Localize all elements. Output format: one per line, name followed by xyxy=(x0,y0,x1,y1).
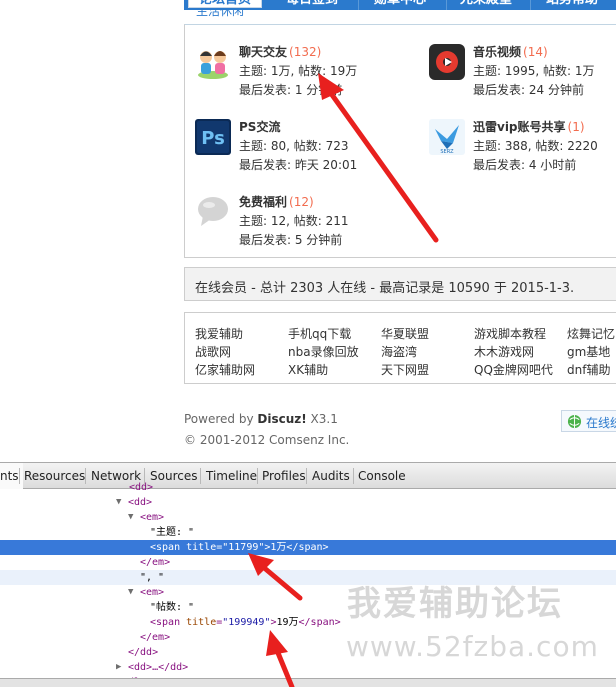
forum-board-list: 聊天交友 (132) 主题: 1万, 帖数: 19万 最后发表: 1 分钟前 音乐… xyxy=(184,24,616,258)
online-globe-icon xyxy=(567,414,582,429)
svg-text:Ps: Ps xyxy=(201,128,225,149)
top-nav: 论坛首页 每日签到 勋章中心 光荣殿堂 站务帮助 xyxy=(184,0,616,10)
nav-tab-help[interactable]: 站务帮助 xyxy=(546,0,598,8)
forum-name[interactable]: PS交流 xyxy=(239,118,282,135)
collapse-triangle-icon[interactable]: ▶ xyxy=(116,660,121,675)
friend-link[interactable]: 亿家辅助网 xyxy=(195,361,255,378)
friend-link[interactable]: nba录像回放 xyxy=(288,343,359,360)
nav-separator xyxy=(530,0,531,10)
dom-node-line[interactable]: ▼ <dd> xyxy=(0,495,616,510)
online-members-bar[interactable]: 在线会员 - 总计 2303 人在线 - 最高记录是 10590 于 2015-… xyxy=(184,267,616,301)
expand-triangle-icon[interactable]: ▼ xyxy=(128,585,133,600)
speech-bubble-icon xyxy=(198,197,228,226)
forum-name[interactable]: 免费福利 (12) xyxy=(239,193,314,210)
new-post-count: (132) xyxy=(289,45,322,59)
friend-link[interactable]: 战歌网 xyxy=(195,343,231,360)
dom-node-line[interactable]: <dd> xyxy=(0,480,616,495)
friend-link[interactable]: 天下网盟 xyxy=(381,361,429,378)
copyright: © 2001-2012 Comsenz Inc. xyxy=(184,433,350,447)
expand-triangle-icon[interactable]: ▼ xyxy=(128,510,133,525)
friend-link[interactable]: 游戏脚本教程 xyxy=(474,325,546,342)
new-post-count: (12) xyxy=(289,195,314,209)
forum-last-post[interactable]: 最后发表: 昨天 20:01 xyxy=(239,156,357,173)
dom-node-line[interactable]: </em> xyxy=(0,555,616,570)
forum-name[interactable]: 迅雷vip账号共享 (1) xyxy=(473,118,585,135)
nav-tab-signin[interactable]: 每日签到 xyxy=(286,0,338,8)
category-label: 生活休闲 xyxy=(196,8,245,18)
friend-link[interactable]: 海盗湾 xyxy=(381,343,417,360)
friend-links: 我爱辅助 手机qq下载 华夏联盟 游戏脚本教程 炫舞记忆 战歌网 nba录像回放… xyxy=(184,312,616,384)
friend-link[interactable]: XK辅助 xyxy=(288,361,328,378)
forum-last-post[interactable]: 最后发表: 24 分钟前 xyxy=(473,81,584,98)
xunlei-bird-icon: SERZ xyxy=(429,119,465,155)
expand-triangle-icon[interactable]: ▼ xyxy=(116,495,121,510)
friend-link[interactable]: dnf辅助 xyxy=(567,361,610,378)
music-video-icon xyxy=(429,44,465,80)
chat-people-icon xyxy=(198,51,228,79)
friend-link[interactable]: 炫舞记忆 xyxy=(567,325,615,342)
discuz-link[interactable]: Discuz! xyxy=(257,412,306,426)
forum-name[interactable]: 聊天交友 (132) xyxy=(239,43,321,60)
new-post-count: (1) xyxy=(567,120,585,134)
forum-stats: 主题: 1995, 帖数: 1万 xyxy=(473,64,595,78)
nav-tab-home[interactable]: 论坛首页 xyxy=(188,0,263,8)
dom-node-line[interactable]: "主题: " xyxy=(0,525,616,540)
devtools-breadcrumb-bar xyxy=(0,678,616,687)
powered-by: Powered by Discuz! X3.1 xyxy=(184,412,338,426)
friend-link[interactable]: 我爱辅助 xyxy=(195,325,243,342)
dom-node-line-selected[interactable]: <span title="11799">1万</span> xyxy=(0,540,616,555)
forum-last-post[interactable]: 最后发表: 1 分钟前 xyxy=(239,81,342,98)
svg-text:SERZ: SERZ xyxy=(440,149,454,155)
forum-page: 论坛首页 每日签到 勋章中心 光荣殿堂 站务帮助 生活休闲 聊天交友(132) … xyxy=(0,0,616,462)
friend-link[interactable]: gm基地 xyxy=(567,343,610,360)
forum-stats: 主题: 388, 帖数: 2220 xyxy=(473,139,598,153)
friend-link[interactable]: 华夏联盟 xyxy=(381,325,429,342)
forum-name[interactable]: 音乐视频 (14) xyxy=(473,43,548,60)
nav-tab-medals[interactable]: 勋章中心 xyxy=(374,0,426,8)
forum-stats: 主题: 80, 帖数: 723 xyxy=(239,139,349,153)
dom-node-line[interactable]: ▼ <em> xyxy=(0,510,616,525)
friend-link[interactable]: 手机qq下载 xyxy=(288,325,351,342)
friend-link[interactable]: QQ金牌网吧代 xyxy=(474,361,553,378)
forum-stats: 主题: 12, 帖数: 211 xyxy=(239,214,349,228)
friend-link[interactable]: 木木游戏网 xyxy=(474,343,534,360)
watermark-title: 我爱辅助论坛 xyxy=(347,584,563,624)
forum-last-post[interactable]: 最后发表: 4 小时前 xyxy=(473,156,576,173)
forum-stats: 主题: 1万, 帖数: 19万 xyxy=(239,64,358,78)
nav-separator xyxy=(358,0,359,10)
nav-separator xyxy=(446,0,447,10)
photoshop-icon: Ps xyxy=(195,119,231,155)
nav-tab-glory[interactable]: 光荣殿堂 xyxy=(460,0,512,8)
forum-last-post[interactable]: 最后发表: 5 分钟前 xyxy=(239,231,342,248)
watermark-url: www.52fzba.com xyxy=(346,630,599,663)
online-stats-button[interactable]: 在线统 xyxy=(561,410,616,432)
new-post-count: (14) xyxy=(523,45,548,59)
